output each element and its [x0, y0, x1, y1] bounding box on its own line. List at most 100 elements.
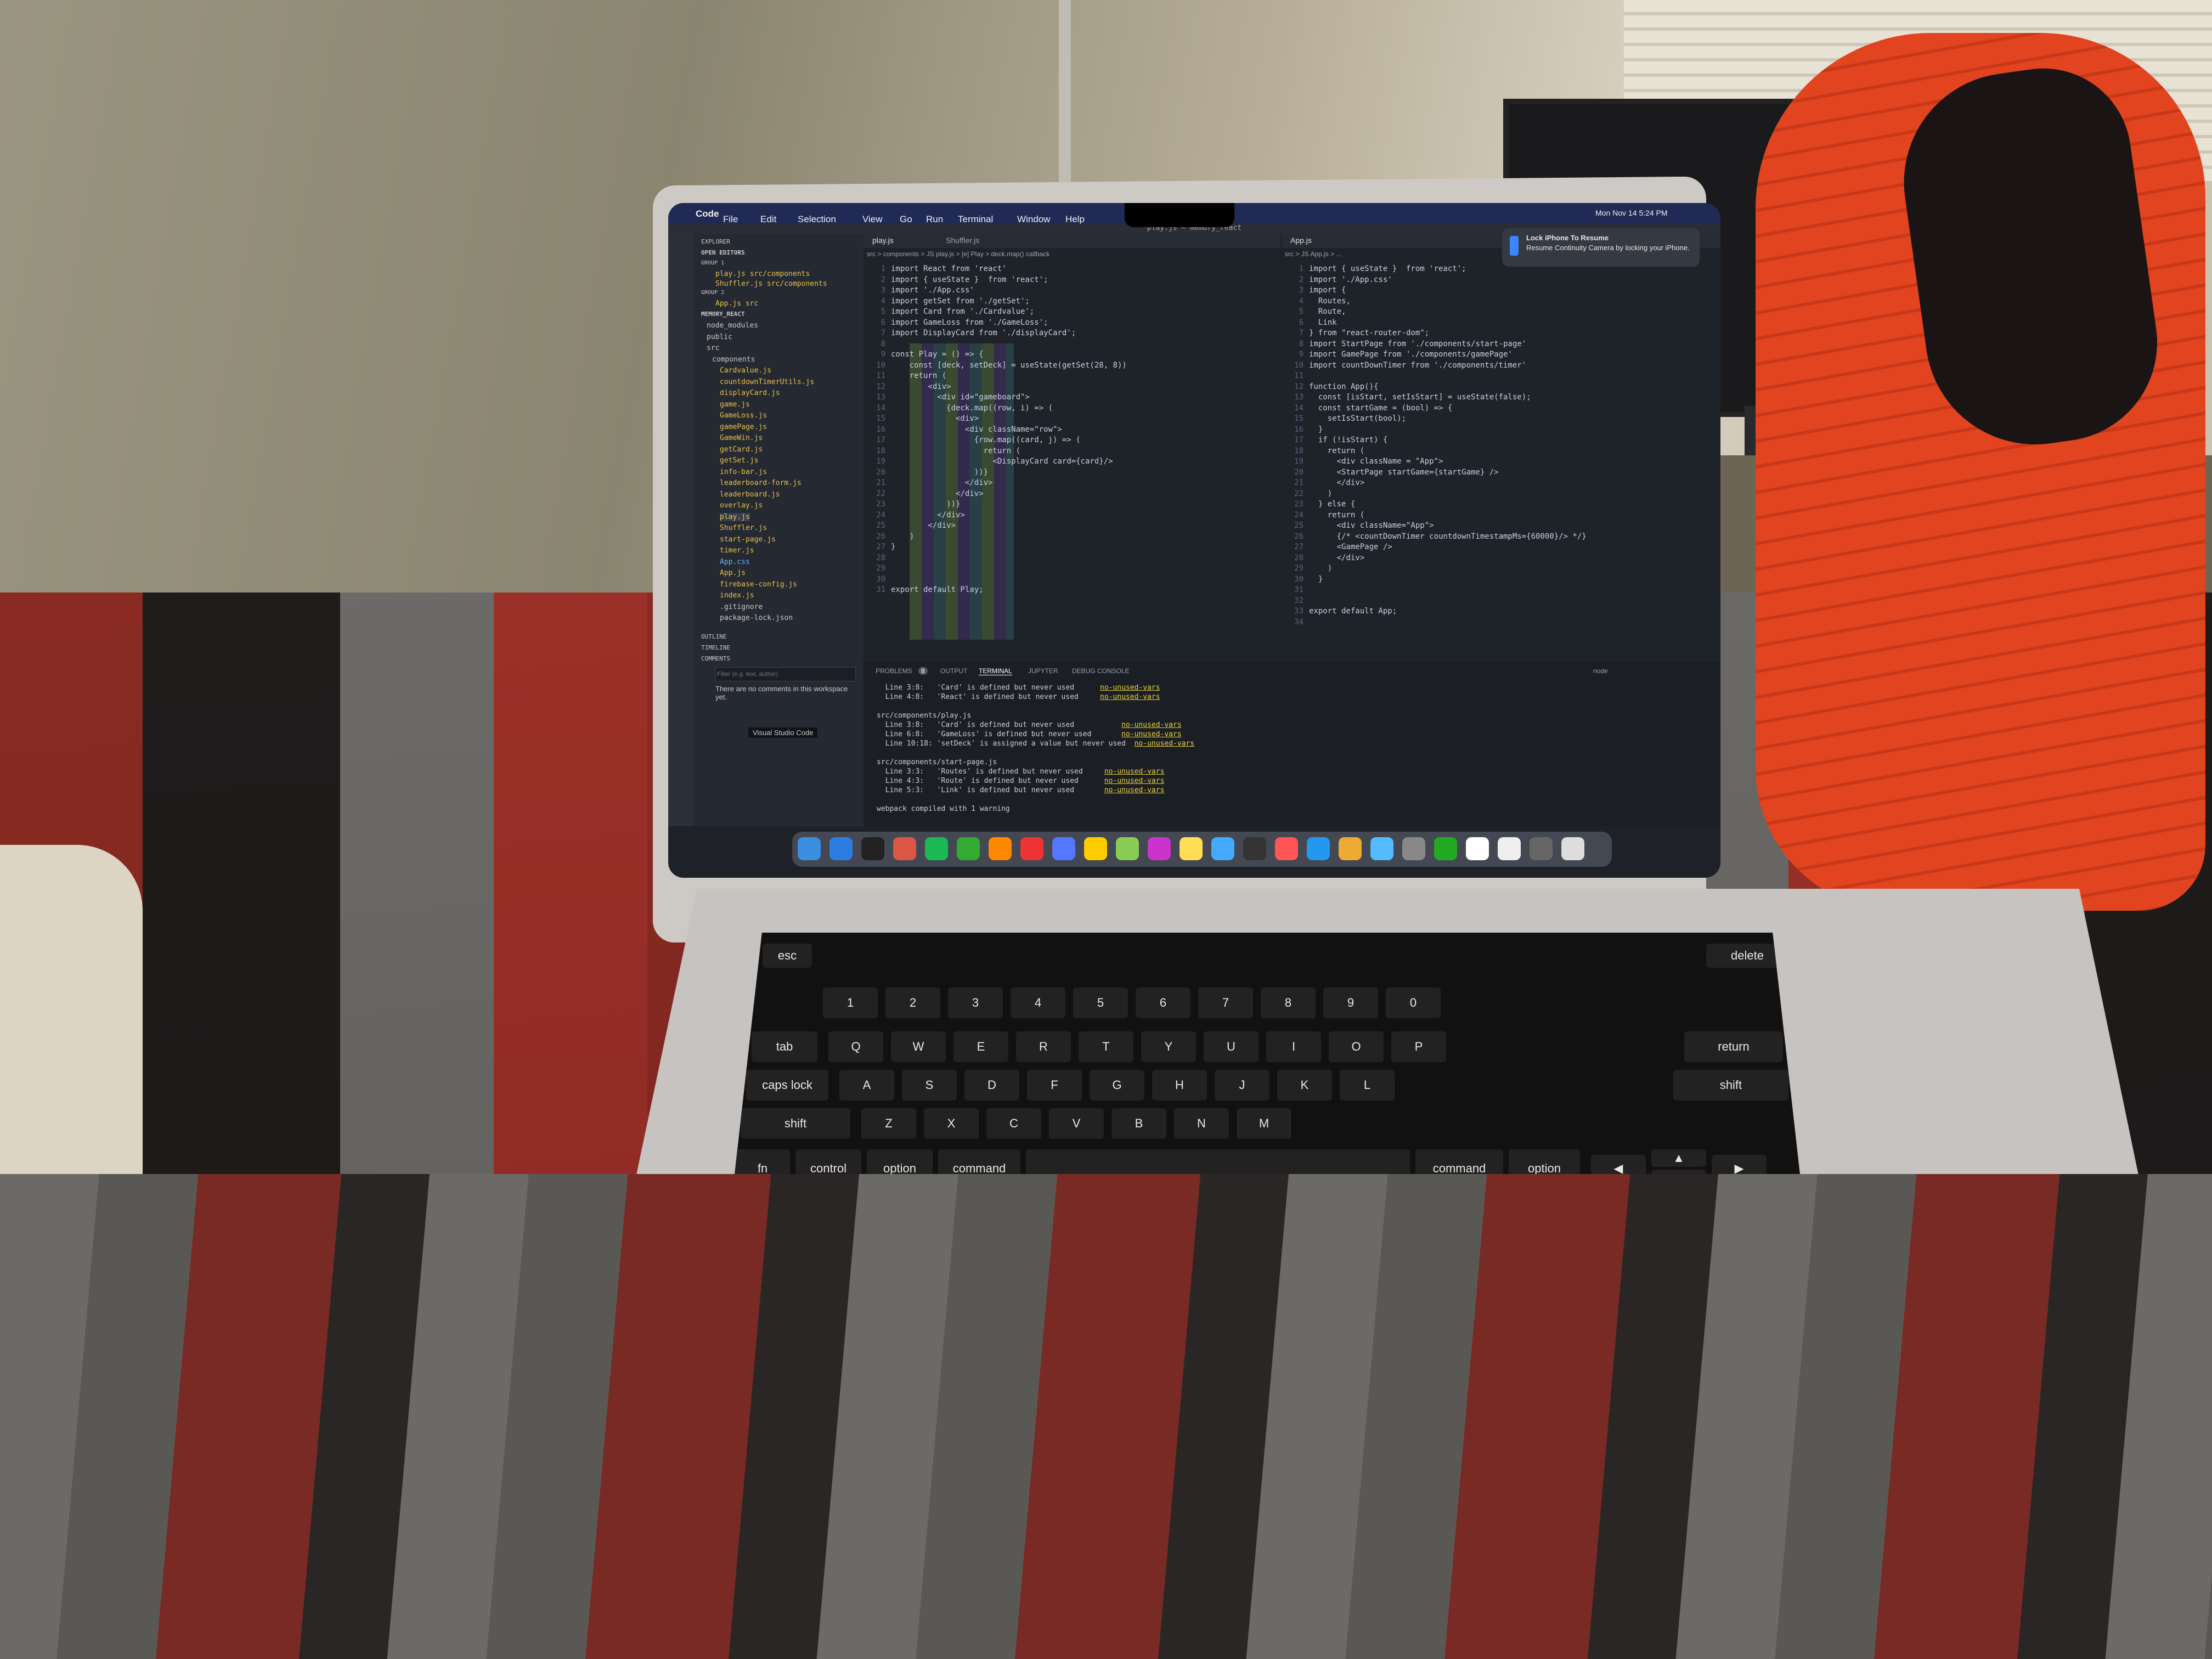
file-tree-item[interactable]: GameLoss.js: [720, 411, 767, 420]
breadcrumb[interactable]: src > JS App.js > ...: [1285, 250, 1341, 258]
file-tree-item[interactable]: getSet.js: [720, 456, 758, 465]
dock-app-icon[interactable]: [1148, 837, 1171, 860]
tab-shuffler-js[interactable]: Shuffler.js: [946, 236, 979, 245]
menu-go[interactable]: Go: [900, 214, 912, 225]
dock-app-icon[interactable]: [1561, 837, 1584, 860]
open-editor-item[interactable]: play.js src/components: [715, 270, 810, 278]
file-tree-item[interactable]: gamePage.js: [720, 423, 767, 431]
file-tree-item[interactable]: leaderboard.js: [720, 490, 780, 499]
key-m[interactable]: M: [1237, 1108, 1291, 1139]
key-u[interactable]: U: [1204, 1031, 1259, 1062]
file-tree-item[interactable]: leaderboard-form.js: [720, 479, 802, 487]
tab-output[interactable]: OUTPUT: [940, 667, 967, 675]
continuity-notification[interactable]: Lock iPhone To Resume Resume Continuity …: [1502, 228, 1700, 267]
key-4[interactable]: 4: [1011, 988, 1065, 1018]
tab-debug-console[interactable]: DEBUG CONSOLE: [1072, 667, 1130, 675]
comments-filter-input[interactable]: [715, 667, 856, 681]
tab-key[interactable]: tab: [752, 1031, 817, 1062]
key-6[interactable]: 6: [1136, 988, 1190, 1018]
shift-key-right[interactable]: shift: [1673, 1070, 1788, 1101]
key-z[interactable]: Z: [861, 1108, 916, 1139]
key-1[interactable]: 1: [823, 988, 878, 1018]
key-o[interactable]: O: [1329, 1031, 1384, 1062]
open-editor-item[interactable]: Shuffler.js src/components: [715, 280, 827, 288]
file-tree-item[interactable]: src: [707, 344, 719, 352]
key-k[interactable]: K: [1277, 1070, 1332, 1101]
key-9[interactable]: 9: [1323, 988, 1378, 1018]
return-key[interactable]: return: [1684, 1031, 1783, 1062]
open-editor-item[interactable]: App.js src: [715, 300, 758, 308]
dock-app-icon[interactable]: [1434, 837, 1457, 860]
key-f[interactable]: F: [1027, 1070, 1082, 1101]
dock-app-icon[interactable]: [925, 837, 948, 860]
dock-app-icon[interactable]: [957, 837, 980, 860]
file-tree-item[interactable]: displayCard.js: [720, 389, 780, 397]
file-tree-item[interactable]: package-lock.json: [720, 614, 793, 622]
file-tree-item[interactable]: getCard.js: [720, 445, 763, 454]
key-n[interactable]: N: [1174, 1108, 1229, 1139]
dock-app-icon[interactable]: [1402, 837, 1425, 860]
outline-section[interactable]: OUTLINE: [701, 633, 726, 640]
comments-section[interactable]: COMMENTS: [701, 655, 730, 662]
file-tree-item[interactable]: node_modules: [707, 321, 758, 330]
key-d[interactable]: D: [964, 1070, 1019, 1101]
tab-terminal[interactable]: TERMINAL: [979, 667, 1012, 675]
file-tree-item[interactable]: info-bar.js: [720, 468, 767, 476]
dock-app-icon[interactable]: [1084, 837, 1107, 860]
dock-app-icon[interactable]: [989, 837, 1012, 860]
key-w[interactable]: W: [891, 1031, 946, 1062]
app-menu[interactable]: Code: [696, 208, 719, 219]
menu-view[interactable]: View: [862, 214, 883, 225]
file-tree-item[interactable]: timer.js: [720, 546, 754, 555]
key-a[interactable]: A: [839, 1070, 894, 1101]
file-tree-item[interactable]: play.js: [720, 512, 750, 521]
key-i[interactable]: I: [1266, 1031, 1321, 1062]
key-x[interactable]: X: [924, 1108, 979, 1139]
menu-selection[interactable]: Selection: [798, 214, 836, 225]
file-tree-item[interactable]: App.css: [720, 558, 750, 566]
open-editors-header[interactable]: OPEN EDITORS: [701, 249, 744, 256]
dock-app-icon[interactable]: [798, 837, 821, 860]
project-header[interactable]: MEMORY_REACT: [701, 311, 744, 318]
key-2[interactable]: 2: [885, 988, 940, 1018]
dock-app-icon[interactable]: [1116, 837, 1139, 860]
menu-terminal[interactable]: Terminal: [958, 214, 993, 225]
breadcrumb[interactable]: src > components > JS play.js > [e] Play…: [867, 250, 1049, 258]
caps-lock-key[interactable]: caps lock: [746, 1070, 828, 1101]
key-r[interactable]: R: [1016, 1031, 1071, 1062]
key-h[interactable]: H: [1152, 1070, 1207, 1101]
key-0[interactable]: 0: [1386, 988, 1441, 1018]
key-b[interactable]: B: [1111, 1108, 1166, 1139]
key-5[interactable]: 5: [1073, 988, 1128, 1018]
file-tree-item[interactable]: Shuffler.js: [720, 524, 767, 532]
arrow-up-key[interactable]: ▲: [1651, 1149, 1706, 1167]
file-tree-item[interactable]: Cardvalue.js: [720, 366, 771, 375]
dock-app-icon[interactable]: [1211, 837, 1234, 860]
dock-app-icon[interactable]: [1339, 837, 1362, 860]
key-v[interactable]: V: [1049, 1108, 1104, 1139]
dock-app-icon[interactable]: [1275, 837, 1298, 860]
file-tree-item[interactable]: overlay.js: [720, 501, 763, 510]
key-8[interactable]: 8: [1261, 988, 1316, 1018]
key-g[interactable]: G: [1090, 1070, 1144, 1101]
dock-app-icon[interactable]: [1180, 837, 1203, 860]
tab-problems[interactable]: PROBLEMS: [876, 667, 912, 675]
tab-play-js[interactable]: play.js: [872, 236, 894, 245]
dock-app-icon[interactable]: [1020, 837, 1043, 860]
menu-window[interactable]: Window: [1017, 214, 1050, 225]
shift-key-left[interactable]: shift: [741, 1108, 850, 1139]
menu-run[interactable]: Run: [926, 214, 943, 225]
menu-help[interactable]: Help: [1065, 214, 1085, 225]
dock-app-icon[interactable]: [1370, 837, 1393, 860]
file-tree-item[interactable]: firebase-config.js: [720, 580, 797, 589]
key-7[interactable]: 7: [1198, 988, 1253, 1018]
key-c[interactable]: C: [986, 1108, 1041, 1139]
file-tree-item[interactable]: App.js: [720, 569, 746, 577]
file-tree-item[interactable]: public: [707, 333, 732, 341]
key-t[interactable]: T: [1079, 1031, 1133, 1062]
dock-app-icon[interactable]: [861, 837, 884, 860]
tab-jupyter[interactable]: JUPYTER: [1028, 667, 1058, 675]
key-q[interactable]: Q: [828, 1031, 883, 1062]
dock-app-icon[interactable]: [1307, 837, 1330, 860]
file-tree-item[interactable]: game.js: [720, 400, 750, 409]
